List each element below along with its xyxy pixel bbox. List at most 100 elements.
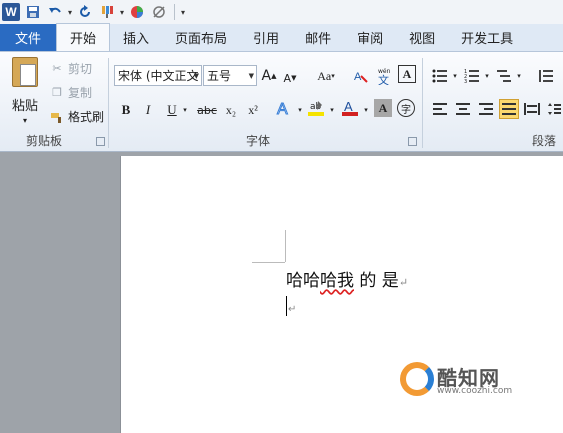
group-divider [108,58,109,148]
tab-mailings[interactable]: 邮件 [292,24,344,51]
margin-corner-mark [285,230,286,262]
no-format-icon[interactable] [150,3,168,21]
font-color-icon[interactable]: A [340,98,360,118]
multilevel-dropdown-icon[interactable]: ▾ [514,66,524,86]
cut-label: 剪切 [68,62,93,76]
highlight-dropdown-icon[interactable]: ▾ [328,100,336,120]
svg-text:文: 文 [378,73,389,85]
color-wheel-icon[interactable] [128,3,146,21]
font-color-dropdown-icon[interactable]: ▾ [362,100,370,120]
phonetic-guide-icon[interactable]: wén 文 [376,66,394,86]
copy-icon: ❐ [52,86,62,99]
change-case-label: Aa [317,68,332,83]
ribbon: 粘贴 ▾ ✂ 剪切 ❐ 复制 格式刷 剪贴板 宋体 (中文正文 ▼ 五号 ▼ A… [0,51,563,152]
underline-button[interactable]: U [164,100,180,120]
format-painter-label: 格式刷 [68,110,105,124]
strikethrough-button[interactable]: abc [196,100,218,120]
bullets-dropdown-icon[interactable]: ▾ [450,66,460,86]
undo-icon[interactable] [46,3,64,21]
redo-icon[interactable] [76,3,94,21]
text-run: 哈哈 [286,271,320,291]
bold-button[interactable]: B [118,100,134,120]
paragraph-mark: ↵ [398,276,409,289]
tab-home[interactable]: 开始 [56,23,111,51]
copy-button[interactable]: ❐ 复制 [50,84,92,101]
scissors-icon: ✂ [52,62,62,75]
subscript-button[interactable]: x₂ [222,100,240,120]
shrink-font-button[interactable]: A ▼ [282,68,298,88]
svg-text:A: A [344,99,353,114]
word-app-icon[interactable]: W [2,3,20,21]
multilevel-list-icon[interactable] [494,66,514,86]
justify-icon[interactable] [499,99,519,119]
toolbar-separator [174,4,176,20]
font-group-label: 字体 [246,134,271,148]
tab-page-layout[interactable]: 页面布局 [162,24,240,51]
group-divider [422,58,423,148]
tab-review[interactable]: 审阅 [344,24,396,51]
format-painter-icon[interactable] [98,3,116,21]
text-run: 的 是 [354,271,399,291]
decrease-indent-icon[interactable] [536,66,556,86]
distributed-icon[interactable] [522,99,542,119]
grow-font-button[interactable]: A ▲ [260,66,278,86]
tab-file[interactable]: 文件 [0,24,56,51]
text-effects-dropdown-icon[interactable]: ▾ [296,100,304,120]
numbering-icon[interactable]: 123 [462,66,482,86]
cut-button[interactable]: ✂ 剪切 [50,60,92,77]
change-case-button[interactable]: Aa ▾ [312,66,340,86]
line-spacing-icon[interactable] [544,99,563,119]
tab-developer[interactable]: 开发工具 [448,24,526,51]
character-border-icon[interactable]: A [398,65,416,83]
bullets-icon[interactable] [430,66,450,86]
paste-button[interactable]: 粘贴 ▾ [6,57,44,125]
text-cursor [286,296,287,316]
brush-icon [50,110,64,124]
paragraph-mark: ↵ [288,304,297,315]
format-dropdown-icon[interactable]: ▾ [120,8,124,17]
paragraph-group-label: 段落 [532,134,557,148]
enclose-characters-icon[interactable]: 字 [397,99,415,117]
font-name-combo[interactable]: 宋体 (中文正文 ▼ [114,65,202,86]
clipboard-icon [12,57,38,87]
svg-text:A: A [277,101,288,117]
clipboard-group-label: 剪贴板 [26,134,63,148]
font-size-value: 五号 [207,69,232,83]
align-center-icon[interactable] [453,99,473,119]
watermark-url: www.coozhi.com [437,386,513,396]
character-shading-icon[interactable]: A [374,99,392,117]
svg-text:3: 3 [464,79,467,83]
superscript-button[interactable]: x² [244,100,262,120]
underline-dropdown-icon[interactable]: ▾ [181,100,189,120]
tab-references[interactable]: 引用 [240,24,292,51]
customize-toolbar-icon[interactable]: ▾ [181,8,185,17]
undo-dropdown-icon[interactable]: ▾ [68,8,72,17]
italic-button[interactable]: I [140,100,156,120]
text-effects-icon[interactable]: A [274,98,294,118]
chevron-down-icon: ▼ [193,71,199,80]
quick-access-toolbar: W ▾ ▾ ▾ [0,0,563,24]
paste-dropdown-icon[interactable]: ▾ [23,116,27,125]
watermark-logo [400,362,434,396]
format-painter-button[interactable]: 格式刷 [50,108,104,125]
align-left-icon[interactable] [430,99,450,119]
font-name-value: 宋体 (中文正文 [118,69,199,83]
chevron-down-icon: ▼ [248,71,254,80]
grow-font-label: A [261,68,272,84]
save-icon[interactable] [24,3,42,21]
numbering-dropdown-icon[interactable]: ▾ [482,66,492,86]
clear-format-icon[interactable]: A [352,66,370,86]
margin-corner-mark [252,262,285,263]
tab-insert[interactable]: 插入 [110,24,162,51]
highlight-icon[interactable]: ab [306,98,326,118]
paste-label: 粘贴 [11,99,38,114]
copy-label: 复制 [68,86,93,100]
tab-view[interactable]: 视图 [396,24,448,51]
font-size-combo[interactable]: 五号 ▼ [203,65,257,86]
align-right-icon[interactable] [476,99,496,119]
spell-error-text: 哈我 [320,271,354,291]
clipboard-launcher-icon[interactable] [96,137,105,146]
font-launcher-icon[interactable] [408,137,417,146]
shrink-font-label: A [283,71,292,85]
document-text-line[interactable]: 哈哈哈我 的 是↵ [286,266,408,291]
